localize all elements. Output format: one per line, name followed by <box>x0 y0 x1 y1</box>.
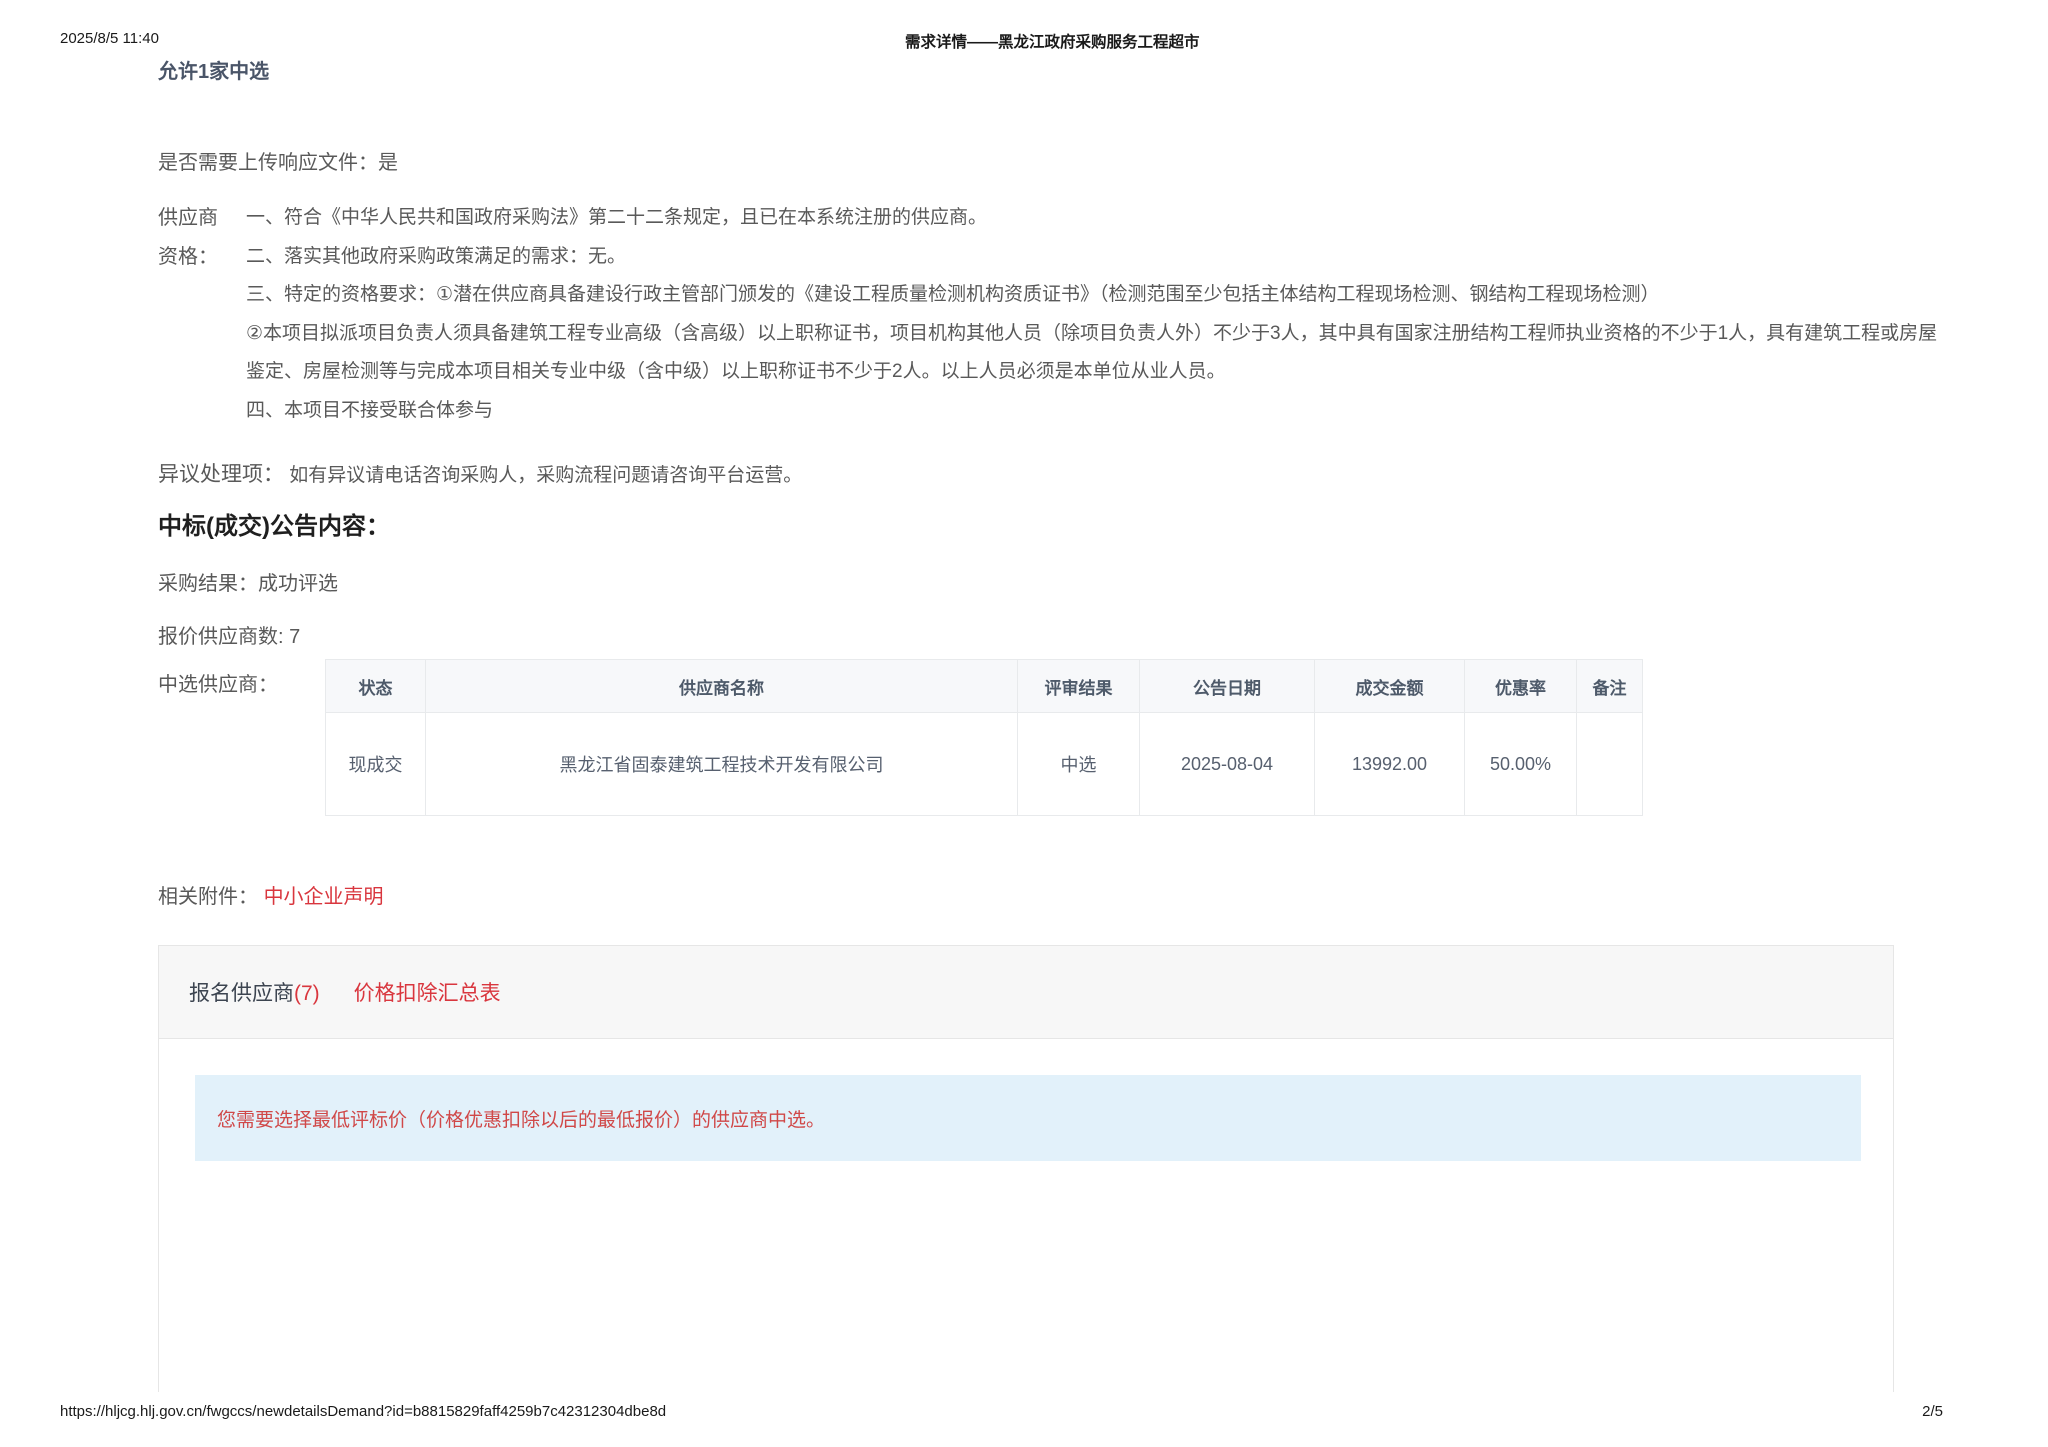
cell-deal-amount: 13992.00 <box>1315 713 1465 816</box>
print-timestamp: 2025/8/5 11:40 <box>60 30 159 47</box>
supplier-qualification-section: 供应商资格： 一、符合《中华人民共和国政府采购法》第二十二条规定，且已在本系统注… <box>158 199 1940 430</box>
cell-discount-rate: 50.00% <box>1465 713 1577 816</box>
qualification-item: 三、特定的资格要求：①潜在供应商具备建设行政主管部门颁发的《建设工程质量检测机构… <box>246 276 1940 315</box>
tab-registered-suppliers[interactable]: 报名供应商(7) <box>189 977 320 1007</box>
registered-suppliers-panel: 报名供应商(7) 价格扣除汇总表 您需要选择最低评标价（价格优惠扣除以后的最低报… <box>158 945 1894 1392</box>
source-url: https://hljcg.hlj.gov.cn/fwgccs/newdetai… <box>60 1403 666 1420</box>
procurement-result-label: 采购结果： <box>158 573 258 595</box>
winner-supplier-label: 中选供应商： <box>158 659 308 711</box>
upload-required-row: 是否需要上传响应文件：是 <box>158 146 1940 175</box>
selection-notice-text: 您需要选择最低评标价（价格优惠扣除以后的最低报价）的供应商中选。 <box>217 1105 825 1132</box>
col-header-deal-amount: 成交金额 <box>1315 660 1465 713</box>
upload-required-label: 是否需要上传响应文件： <box>158 152 378 174</box>
panel-header: 报名供应商(7) 价格扣除汇总表 <box>159 946 1893 1039</box>
qualification-item: ②本项目拟派项目负责人须具备建筑工程专业高级（含高级）以上职称证书，项目机构其他… <box>246 315 1940 392</box>
supplier-qualification-items: 一、符合《中华人民共和国政府采购法》第二十二条规定，且已在本系统注册的供应商。 … <box>246 199 1940 430</box>
bidder-count-row: 报价供应商数: 7 <box>158 620 1940 649</box>
attachment-link[interactable]: 中小企业声明 <box>264 886 384 908</box>
page-title: 需求详情——黑龙江政府采购服务工程超市 <box>905 30 1200 52</box>
objection-row: 异议处理项： 如有异议请电话咨询采购人，采购流程问题请咨询平台运营。 <box>158 458 1940 488</box>
winner-supplier-table: 状态 供应商名称 评审结果 公告日期 成交金额 优惠率 备注 现成交 黑龙江省固… <box>325 659 1643 816</box>
cell-review-result: 中选 <box>1018 713 1140 816</box>
supplier-qualification-label: 供应商资格： <box>158 199 228 430</box>
bidder-count-value: 7 <box>289 626 300 648</box>
page-number: 2/5 <box>1922 1403 1943 1420</box>
qualification-item: 一、符合《中华人民共和国政府采购法》第二十二条规定，且已在本系统注册的供应商。 <box>246 199 1940 238</box>
tab-registered-label: 报名供应商 <box>189 982 294 1005</box>
objection-label: 异议处理项： <box>158 463 284 486</box>
qualification-item: 二、落实其他政府采购政策满足的需求：无。 <box>246 238 1940 277</box>
tab-registered-count: (7) <box>294 982 320 1005</box>
print-footer: https://hljcg.hlj.gov.cn/fwgccs/newdetai… <box>0 1403 2048 1423</box>
winner-supplier-section: 中选供应商： 状态 供应商名称 评审结果 公告日期 成交金额 优惠率 备注 <box>158 659 1940 816</box>
cell-supplier-name: 黑龙江省固泰建筑工程技术开发有限公司 <box>426 713 1018 816</box>
panel-body: 您需要选择最低评标价（价格优惠扣除以后的最低报价）的供应商中选。 <box>159 1075 1893 1161</box>
print-header: 2025/8/5 11:40 需求详情——黑龙江政府采购服务工程超市 <box>0 30 2048 54</box>
upload-required-value: 是 <box>378 152 398 174</box>
table-header-row: 状态 供应商名称 评审结果 公告日期 成交金额 优惠率 备注 <box>326 660 1643 713</box>
procurement-result-row: 采购结果：成功评选 <box>158 567 1940 596</box>
objection-text: 如有异议请电话咨询采购人，采购流程问题请咨询平台运营。 <box>289 465 802 486</box>
award-announcement-heading: 中标(成交)公告内容： <box>158 506 1940 541</box>
col-header-status: 状态 <box>326 660 426 713</box>
cell-status: 现成交 <box>326 713 426 816</box>
cell-announce-date: 2025-08-04 <box>1140 713 1315 816</box>
col-header-supplier-name: 供应商名称 <box>426 660 1018 713</box>
cell-remark <box>1577 713 1643 816</box>
attachment-label: 相关附件： <box>158 886 258 908</box>
col-header-remark: 备注 <box>1577 660 1643 713</box>
table-row: 现成交 黑龙江省固泰建筑工程技术开发有限公司 中选 2025-08-04 139… <box>326 713 1643 816</box>
col-header-discount-rate: 优惠率 <box>1465 660 1577 713</box>
col-header-announce-date: 公告日期 <box>1140 660 1315 713</box>
tab-price-deduction-summary[interactable]: 价格扣除汇总表 <box>354 977 501 1007</box>
printed-page: 2025/8/5 11:40 需求详情——黑龙江政府采购服务工程超市 允许1家中… <box>0 0 2048 1447</box>
selection-notice-box: 您需要选择最低评标价（价格优惠扣除以后的最低报价）的供应商中选。 <box>195 1075 1861 1161</box>
procurement-result-value: 成功评选 <box>258 573 338 595</box>
bidder-count-label: 报价供应商数: <box>158 626 284 648</box>
col-header-review-result: 评审结果 <box>1018 660 1140 713</box>
qualification-item: 四、本项目不接受联合体参与 <box>246 392 1940 431</box>
main-content: 允许1家中选 是否需要上传响应文件：是 供应商资格： 一、符合《中华人民共和国政… <box>158 0 1940 1392</box>
attachment-row: 相关附件： 中小企业声明 <box>158 880 1940 909</box>
